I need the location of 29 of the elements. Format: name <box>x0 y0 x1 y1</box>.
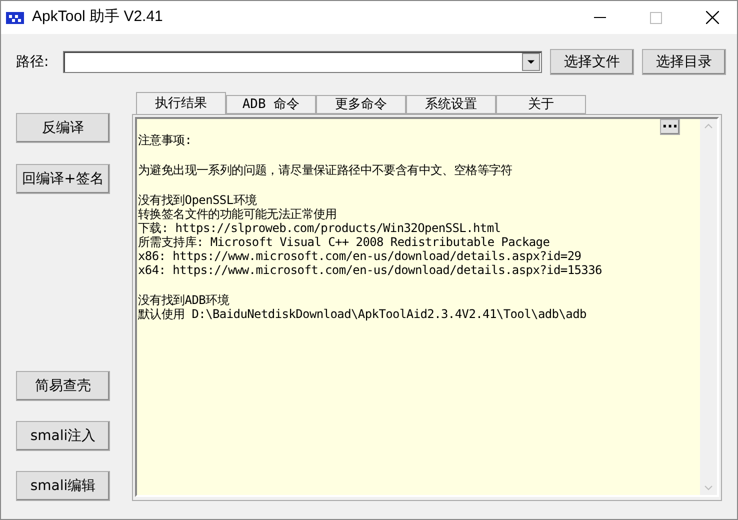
tab[interactable]: 执行结果 <box>136 92 226 114</box>
close-icon[interactable] <box>706 11 719 24</box>
tab[interactable]: 更多命令 <box>316 95 406 114</box>
output-text: 下载: https://slproweb.com/products/Win32OpenSSL.html <box>138 221 502 235</box>
side-button[interactable]: 回编译+签名 <box>16 164 110 194</box>
side-button[interactable]: 简易查壳 <box>16 371 110 401</box>
path-button[interactable]: 选择目录 <box>642 49 726 75</box>
output-text: 没有找到ADB环境 <box>138 293 230 307</box>
output-text: x64: https://www.microsoft.com/en-us/download/details.aspx?id=15336 <box>138 263 603 277</box>
tab[interactable]: 关于 <box>496 95 586 114</box>
side-button[interactable]: 反编译 <box>16 113 110 143</box>
output-text: 为避免出现一系列的问题，请尽量保证路径中不要含有中文、空格等字符 <box>138 163 514 177</box>
app-icon <box>6 10 24 26</box>
window-title: ApkTool 助手 V2.41 <box>32 7 163 28</box>
tab[interactable]: ADB 命令 <box>226 95 316 114</box>
output-text: x86: https://www.microsoft.com/en-us/download/details.aspx?id=29 <box>138 249 582 263</box>
path-label: 路径: <box>16 52 50 72</box>
side-button[interactable]: smali编辑 <box>16 471 110 501</box>
tab[interactable]: 系统设置 <box>406 95 496 114</box>
more-button[interactable]: ··· <box>660 119 680 135</box>
output-text: 所需支持库: Microsoft Visual C++ 2008 Redistributable Package <box>138 235 551 249</box>
output-text: 转换签名文件的功能可能无法正常使用 <box>138 207 338 221</box>
output-text: 注意事项: <box>138 133 193 147</box>
path-button[interactable]: 选择文件 <box>550 49 634 75</box>
minimize-icon[interactable] <box>594 16 606 18</box>
output-text: 默认使用 D:\BaiduNetdiskDownload\ApkToolAid2.3.4V2.41\Tool\adb\adb <box>138 307 588 321</box>
path-combo-box[interactable] <box>63 51 542 73</box>
output-text: 没有找到OpenSSL环境 <box>138 193 258 207</box>
side-button[interactable]: smali注入 <box>16 421 110 451</box>
